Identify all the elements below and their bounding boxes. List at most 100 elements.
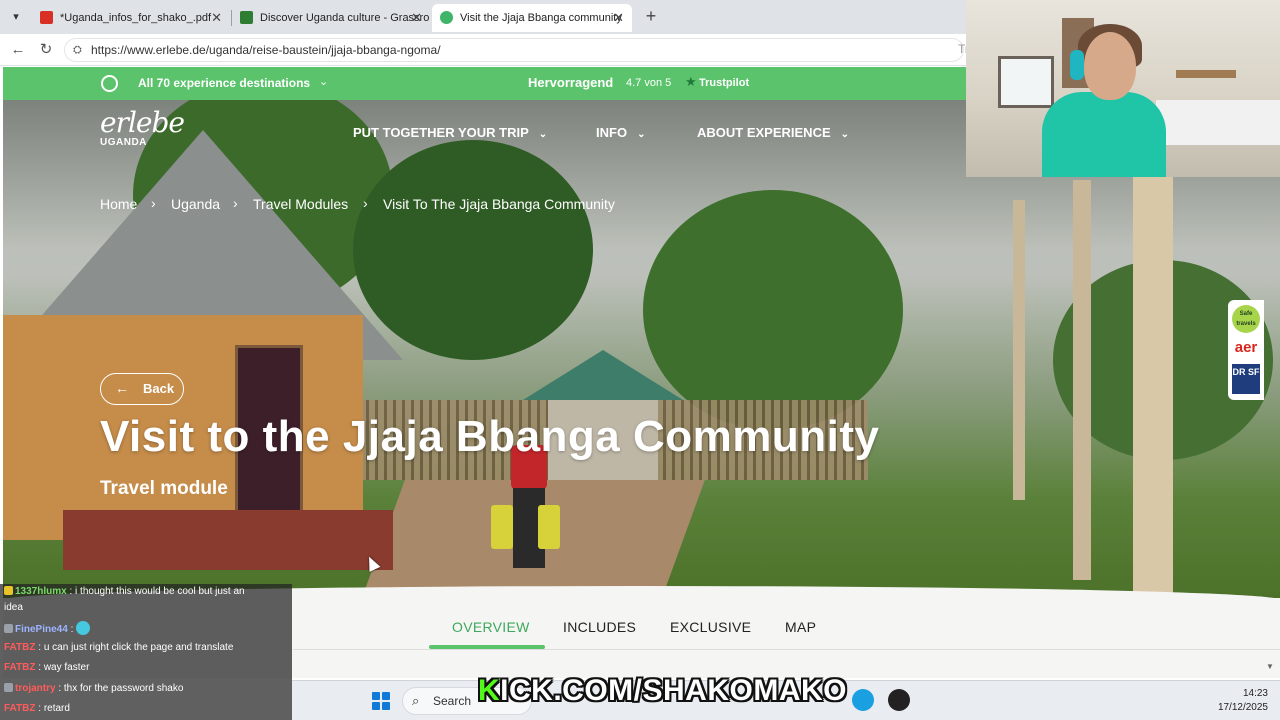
chat-username: FATBZ [4,662,36,673]
chat-text: : u can just right click the page and tr… [38,642,234,653]
chat-badge-icon [4,624,13,633]
chat-message: idea [4,602,23,613]
safe-travels-badge[interactable]: Safe travels [1232,305,1260,333]
drsf-badge[interactable]: DR SF [1232,364,1260,394]
aer-badge[interactable]: aer [1232,338,1260,358]
watermark-text: ICK.COM/SHAKOMAKO [500,674,847,707]
globe-icon [101,75,118,92]
clock-time[interactable]: 14:23 [1228,688,1268,699]
arrow-left-icon: ← [115,380,129,396]
breadcrumb-uganda[interactable]: Uganda [171,196,220,212]
chat-message: FinePine44 : [4,621,91,635]
webcam-person-body [1042,92,1166,177]
browser-tab-pdf[interactable]: *Uganda_infos_for_shako_.pdf ✕ [32,4,230,32]
hero-photo-trunk [1073,180,1091,580]
back-button-label: Back [143,381,175,396]
hero-photo-steps [63,510,393,570]
rating-score: 4.7 von 5 [626,77,672,89]
breadcrumb-chevron-icon: › [233,195,238,211]
browser-tab-grassroots[interactable]: Discover Uganda culture - Grassro ✕ [232,4,430,32]
chat-text: : i thought this would be cool but just … [69,586,245,597]
nav-about-experience[interactable]: ABOUT EXPERIENCE ⌄ [697,125,849,140]
url-field[interactable]: ⛭ https://www.erlebe.de/uganda/reise-bau… [64,38,964,62]
chat-username: FATBZ [4,703,36,714]
site-logo[interactable]: erlebe UGANDA [100,106,185,148]
search-icon: ⌕ [412,693,420,708]
chat-badge-icon [4,683,13,692]
certification-badges: Safe travels aer DR SF [1228,300,1264,400]
back-button[interactable]: ← Back [100,373,184,405]
chat-message: FATBZ : u can just right click the page … [4,642,233,653]
url-text: https://www.erlebe.de/uganda/reise-baust… [91,43,441,57]
nav-label: ABOUT EXPERIENCE [697,125,831,140]
screen: ▾ *Uganda_infos_for_shako_.pdf ✕ Discove… [0,0,1280,720]
chat-message: 1337hlumx : i thought this would be cool… [4,586,245,597]
close-tab-icon[interactable]: ✕ [211,4,222,32]
hero-photo-jerrycan [538,505,560,549]
page-subtitle: Travel module [100,478,228,499]
emote-icon [76,621,91,635]
close-tab-icon[interactable]: ✕ [613,4,624,32]
clock-date[interactable]: 17/12/2025 [1202,702,1268,713]
chat-message: FATBZ : way faster [4,662,89,673]
chat-username: 1337hlumx [15,586,67,597]
browser-tab-title: Discover Uganda culture - Grassro [260,12,430,24]
browser-tab-active[interactable]: Visit the Jjaja Bbanga community ✕ [432,4,632,32]
taskbar-search-label: Search [433,694,472,708]
chat-username: FATBZ [4,642,36,653]
heart-icon [440,11,453,24]
tab-overview[interactable]: OVERVIEW [452,619,530,635]
chevron-down-icon: ⌄ [637,129,646,140]
rating-word: Hervorragend [528,75,614,90]
reload-icon[interactable]: ↻ [36,40,56,60]
webcam-bed [1156,100,1280,145]
breadcrumb-home[interactable]: Home [100,196,137,212]
site-info-icon[interactable]: ⛭ [73,39,82,61]
nav-label: PUT TOGETHER YOUR TRIP [353,125,529,140]
chat-badge-icon [4,586,13,595]
hero-photo-gazebo-roof [523,350,683,400]
watermark-k: K [478,674,501,707]
nav-put-together-trip[interactable]: PUT TOGETHER YOUR TRIP ⌄ [353,125,547,140]
webcam-table [1176,70,1236,78]
browser-tab-title: Visit the Jjaja Bbanga community [460,12,622,24]
edge-browser-icon[interactable] [852,689,874,711]
chat-text: : [70,624,74,635]
chat-username: FinePine44 [15,624,68,635]
chevron-down-icon[interactable]: ⌄ [319,75,328,88]
chevron-down-icon: ⌄ [538,129,548,140]
chat-text: idea [4,602,23,613]
chat-text: : retard [38,703,70,714]
chat-text: : thx for the password shako [58,683,184,694]
page-title: Visit to the Jjaja Bbanga Community [100,412,880,461]
tab-map[interactable]: MAP [785,619,816,635]
tabs-divider [293,649,1280,650]
windows-start-icon[interactable] [372,692,390,710]
breadcrumb-chevron-icon: › [363,195,368,211]
browser-tab-title: *Uganda_infos_for_shako_.pdf [60,12,212,24]
breadcrumb-travel-modules[interactable]: Travel Modules [253,196,348,212]
scroll-down-arrow-icon[interactable]: ▼ [1266,662,1274,671]
webcam-person-face [1084,32,1136,100]
destinations-link[interactable]: All 70 experience destinations [138,76,310,90]
new-tab-plus-icon[interactable]: + [640,6,662,28]
nav-info[interactable]: INFO ⌄ [596,125,645,140]
media-player-icon[interactable] [888,689,910,711]
trustpilot-logo[interactable]: Trustpilot [699,77,749,89]
nav-label: INFO [596,125,628,140]
breadcrumb-current: Visit To The Jjaja Bbanga Community [383,196,615,212]
logo-wordmark: erlebe [100,106,185,139]
tab-includes[interactable]: INCLUDES [563,619,636,635]
tab-exclusive[interactable]: EXCLUSIVE [670,619,751,635]
tab-list-chevron-icon[interactable]: ▾ [6,7,26,27]
chat-username: trojantry [15,683,56,694]
chat-text: : way faster [38,662,90,673]
close-tab-icon[interactable]: ✕ [411,4,422,32]
back-arrow-icon[interactable]: ← [8,40,28,60]
webcam-overlay [966,0,1280,177]
breadcrumb-chevron-icon: › [151,195,156,211]
chat-message: trojantry : thx for the password shako [4,683,183,694]
headset-icon [1070,50,1084,80]
pdf-icon [40,11,53,24]
hero-photo-trunk [1133,160,1173,598]
